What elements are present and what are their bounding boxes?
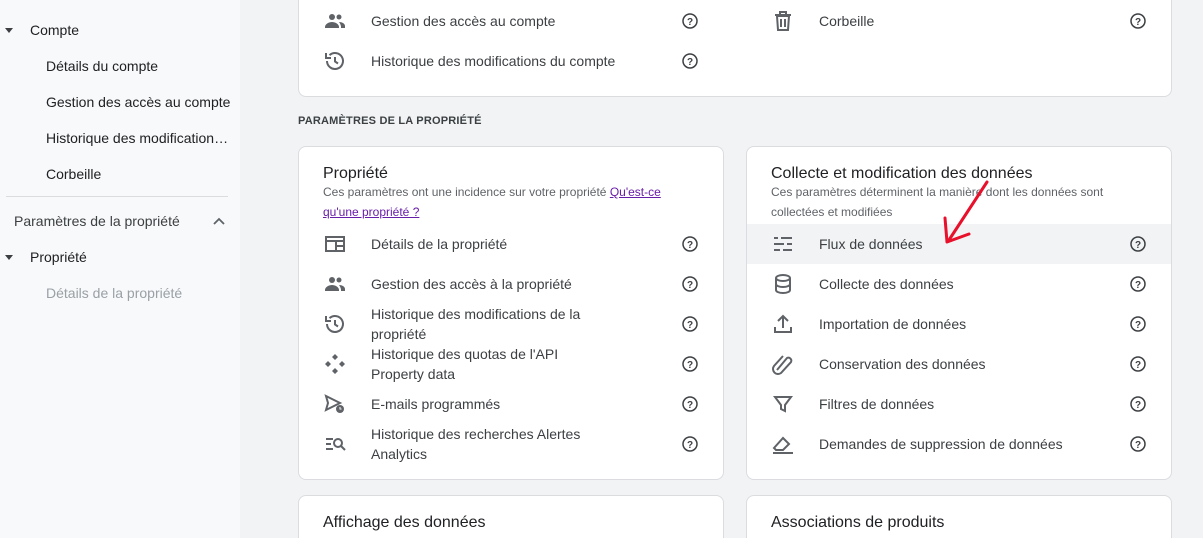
row-label: Historique des modifications du compte <box>371 53 616 69</box>
card-title: Propriété <box>323 165 388 182</box>
row-label: Gestion des accès au compte <box>371 13 556 29</box>
help-icon[interactable]: ? <box>682 13 698 29</box>
svg-text:?: ? <box>687 440 693 451</box>
row-label: Historique des recherches Alertes Analyt… <box>371 426 581 462</box>
svg-text:?: ? <box>687 360 693 371</box>
svg-text:?: ? <box>1135 440 1141 451</box>
sidebar-item-account-access[interactable]: Gestion des accès au compte <box>46 94 232 110</box>
data-import-row[interactable]: Importation de données ? <box>747 304 1171 344</box>
help-icon[interactable]: ? <box>1130 436 1146 452</box>
row-label: E-mails programmés <box>371 396 501 412</box>
api-quota-history-row[interactable]: Historique des quotas de l'API Property … <box>299 344 723 384</box>
help-icon[interactable]: ? <box>1130 236 1146 252</box>
annotation-arrow-icon <box>943 180 989 244</box>
row-label: Filtres de données <box>819 396 935 412</box>
main-content: Gestion des accès au compte ? Historique… <box>240 0 1203 538</box>
row-label: Historique des modifications de la propr… <box>371 306 581 342</box>
sidebar-item-property-settings[interactable]: Paramètres de la propriété <box>14 213 180 229</box>
row-label: Flux de données <box>819 236 923 252</box>
svg-text:?: ? <box>687 280 693 291</box>
people-icon <box>325 14 345 28</box>
data-collection-row[interactable]: Collecte des données ? <box>747 264 1171 304</box>
svg-text:?: ? <box>687 240 693 251</box>
caret-down-icon[interactable] <box>5 28 13 33</box>
data-display-card: Affichage des données <box>298 495 724 538</box>
property-history-row[interactable]: Historique des modifications de la propr… <box>299 304 723 344</box>
account-access-row[interactable]: Gestion des accès au compte ? <box>299 1 724 41</box>
property-access-row[interactable]: Gestion des accès à la propriété ? <box>299 264 723 304</box>
eraser-icon <box>772 436 793 454</box>
svg-text:?: ? <box>1135 400 1141 411</box>
help-icon[interactable]: ? <box>1130 13 1146 29</box>
sidebar-item-trash[interactable]: Corbeille <box>46 166 232 182</box>
row-label: Gestion des accès à la propriété <box>371 276 572 292</box>
help-icon[interactable]: ? <box>1130 356 1146 372</box>
sidebar-item-account-details[interactable]: Détails du compte <box>46 58 232 74</box>
svg-text:?: ? <box>1135 320 1141 331</box>
upload-icon <box>774 314 792 333</box>
card-description: Ces paramètres ont une incidence sur vot… <box>323 182 683 222</box>
sidebar: Compte Détails du compte Gestion des acc… <box>0 0 240 538</box>
card-title: Affichage des données <box>323 514 486 531</box>
scheduled-email-icon <box>324 394 344 413</box>
svg-text:?: ? <box>687 57 693 68</box>
svg-text:?: ? <box>1135 280 1141 291</box>
chevron-up-icon[interactable] <box>212 214 226 228</box>
svg-text:?: ? <box>687 320 693 331</box>
help-icon[interactable]: ? <box>682 396 698 412</box>
account-history-row[interactable]: Historique des modifications du compte ? <box>299 41 724 81</box>
retention-icon <box>772 355 793 375</box>
svg-text:?: ? <box>1135 240 1141 251</box>
filter-icon <box>773 396 793 413</box>
row-label: Conservation des données <box>819 356 986 372</box>
search-history-icon <box>326 438 346 451</box>
help-icon[interactable]: ? <box>1130 316 1146 332</box>
svg-text:?: ? <box>1135 360 1141 371</box>
property-details-icon <box>325 236 345 252</box>
help-icon[interactable]: ? <box>682 236 698 252</box>
trash-icon <box>775 11 791 31</box>
help-icon[interactable]: ? <box>1130 276 1146 292</box>
row-label: Demandes de suppression de données <box>819 436 1063 452</box>
trash-row[interactable]: Corbeille ? <box>747 1 1171 41</box>
card-title: Associations de produits <box>771 514 945 531</box>
product-links-card: Associations de produits <box>746 495 1172 538</box>
account-settings-card: Gestion des accès au compte ? Historique… <box>298 0 1172 97</box>
help-icon[interactable]: ? <box>682 276 698 292</box>
history-icon <box>325 52 344 70</box>
row-label: Collecte des données <box>819 276 954 292</box>
description-text: Ces paramètres ont une incidence sur vot… <box>323 185 610 199</box>
sidebar-divider <box>6 196 228 197</box>
people-icon <box>325 277 345 291</box>
alerts-search-history-row[interactable]: Historique des recherches Alertes Analyt… <box>299 424 723 464</box>
api-icon <box>325 354 345 374</box>
sidebar-item-account-history[interactable]: Historique des modifications du compte <box>46 130 232 146</box>
history-icon <box>325 315 344 333</box>
sidebar-item-property-details[interactable]: Détails de la propriété <box>46 285 182 301</box>
help-icon[interactable]: ? <box>682 356 698 372</box>
row-label: Importation de données <box>819 316 967 332</box>
data-deletion-requests-row[interactable]: Demandes de suppression de données ? <box>747 424 1171 464</box>
sidebar-item-account[interactable]: Compte <box>30 22 79 38</box>
svg-text:?: ? <box>687 400 693 411</box>
row-label: Corbeille <box>819 13 875 29</box>
property-details-row[interactable]: Détails de la propriété ? <box>299 224 723 264</box>
help-icon[interactable]: ? <box>682 436 698 452</box>
sidebar-item-property[interactable]: Propriété <box>30 249 87 265</box>
data-retention-row[interactable]: Conservation des données ? <box>747 344 1171 384</box>
row-label: Historique des quotas de l'API Property … <box>371 346 559 382</box>
scheduled-emails-row[interactable]: E-mails programmés ? <box>299 384 723 424</box>
section-heading: PARAMÈTRES DE LA PROPRIÉTÉ <box>298 115 482 127</box>
help-icon[interactable]: ? <box>682 53 698 69</box>
data-streams-icon <box>774 237 792 251</box>
data-filters-row[interactable]: Filtres de données ? <box>747 384 1171 424</box>
help-icon[interactable]: ? <box>1130 396 1146 412</box>
help-icon[interactable]: ? <box>682 316 698 332</box>
database-icon <box>775 274 791 295</box>
svg-text:?: ? <box>1135 17 1141 28</box>
row-label: Détails de la propriété <box>371 236 508 252</box>
caret-down-icon[interactable] <box>5 255 13 260</box>
svg-text:?: ? <box>687 17 693 28</box>
property-card: Propriété Ces paramètres ont une inciden… <box>298 146 724 480</box>
